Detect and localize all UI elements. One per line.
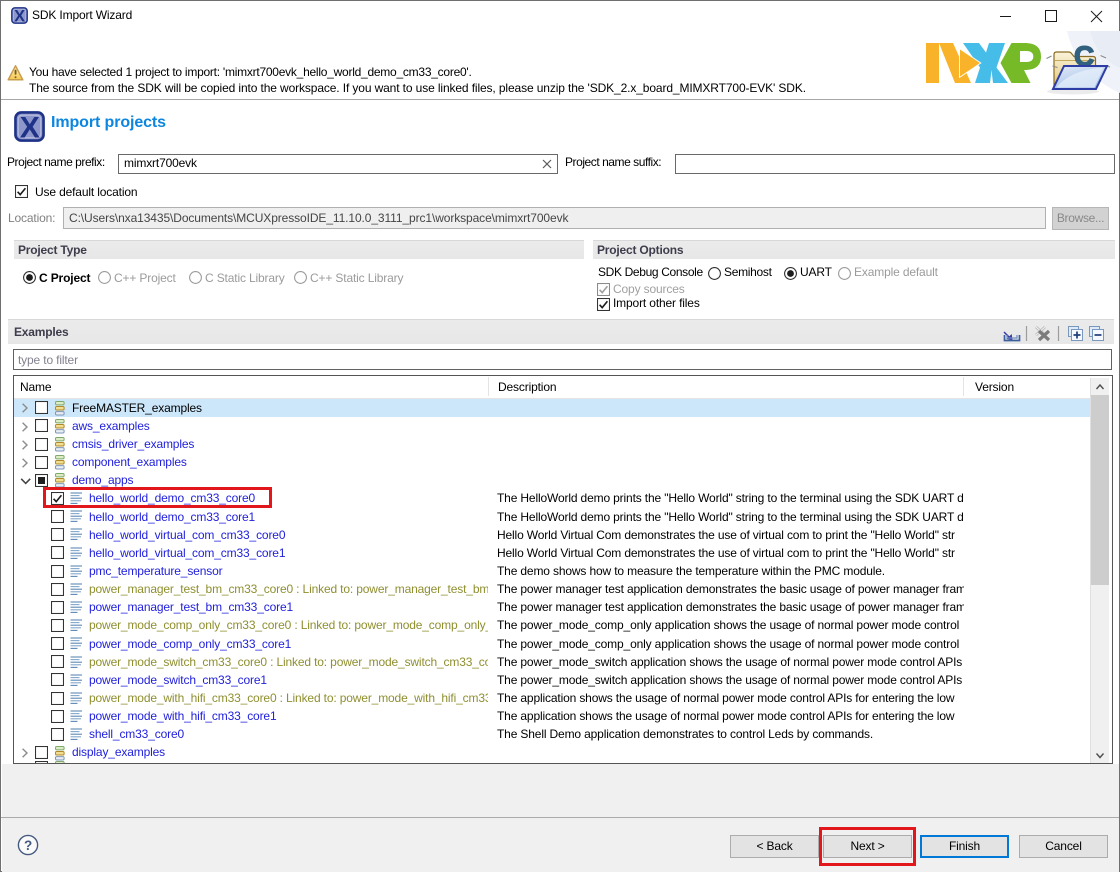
svg-text:X: X [20, 111, 40, 142]
svg-text:X: X [14, 7, 25, 24]
svg-text:?: ? [24, 838, 32, 853]
